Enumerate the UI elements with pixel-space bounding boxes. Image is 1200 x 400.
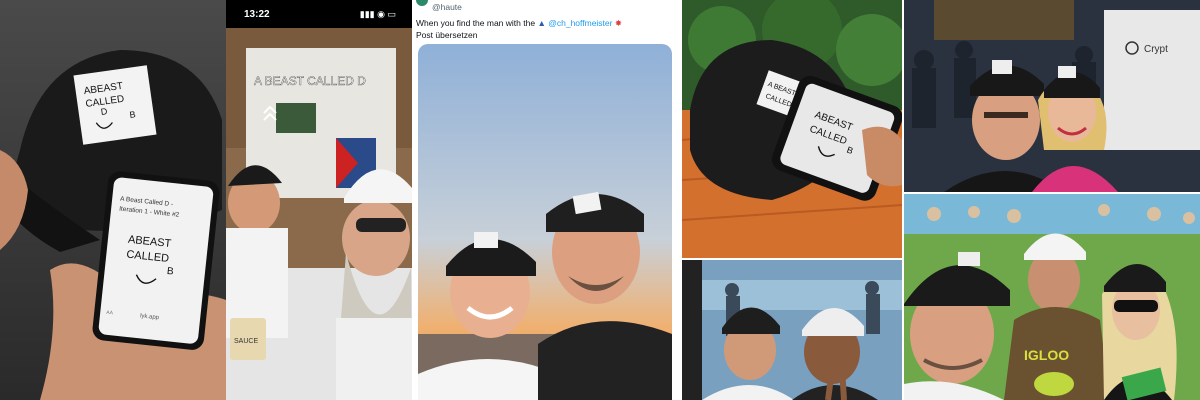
story-title: A BEAST CALLED D	[254, 74, 366, 88]
tweet-header: @haute When you find the man with the ▲ …	[412, 0, 670, 44]
photo-boat-selfie	[682, 260, 902, 400]
collision-emoji-icon: ✸	[614, 18, 622, 28]
cap-emoji-icon: ▲	[537, 18, 546, 28]
mention-link[interactable]: @ch_hoffmeister	[548, 18, 612, 28]
tweet-text: When you find the man with the ▲ @ch_hof…	[416, 18, 622, 28]
svg-text:SAUCE: SAUCE	[234, 338, 258, 345]
photo-cap-and-phone: ABEAST CALLED D B A Beast Called D - Ite…	[0, 0, 226, 400]
tweet-handle[interactable]: @haute	[432, 2, 462, 12]
status-bar: 13:22 ▮▮▮ ◉ ▭	[226, 0, 408, 28]
photo-event-selfie: Crypt	[904, 0, 1200, 192]
translate-link[interactable]: Post übersetzen	[416, 30, 477, 40]
menu-board	[276, 103, 316, 133]
tweet-photo	[418, 44, 672, 400]
hoodie-logo: IGLOO	[1024, 347, 1069, 363]
signal-battery-icon: ▮▮▮ ◉ ▭	[359, 9, 396, 19]
booth-wall	[1104, 10, 1200, 150]
avatar[interactable]	[416, 0, 428, 6]
photo-story-selfie: 13:22 ▮▮▮ ◉ ▭ SAUCE A BEAST CALLED D	[226, 0, 412, 400]
photo-festival-selfie: IGLOO	[904, 194, 1200, 400]
status-time: 13:22	[244, 9, 270, 20]
svg-text:AA: AA	[106, 310, 114, 317]
svg-text:Crypt: Crypt	[1144, 44, 1168, 55]
tweet-card: @haute When you find the man with the ▲ …	[412, 0, 676, 400]
